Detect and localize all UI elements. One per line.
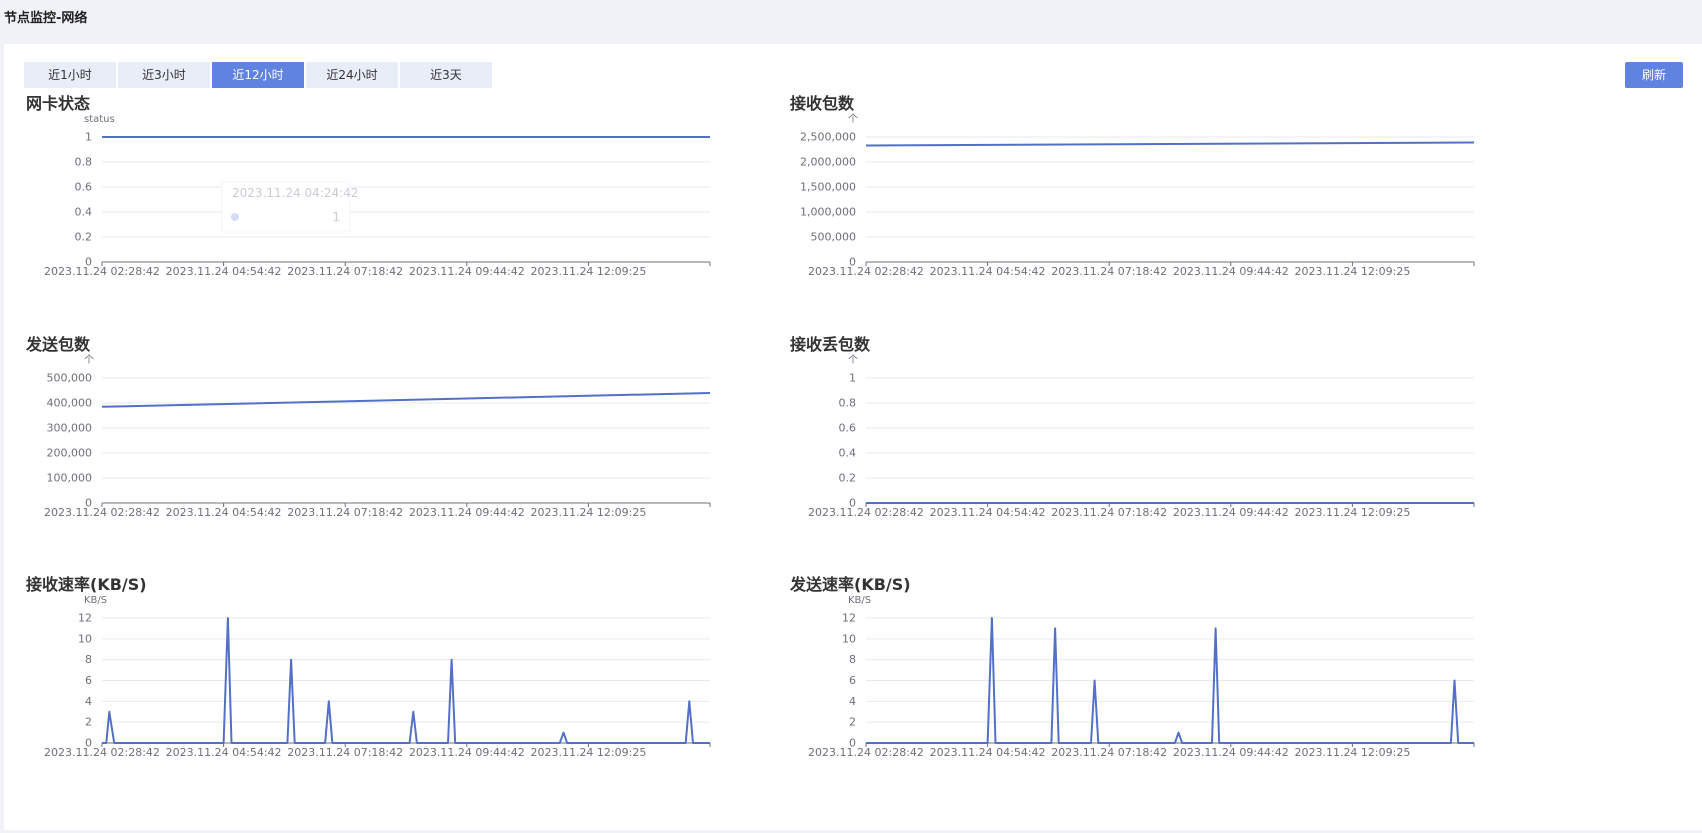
x-tick-label: 2023.11.24 04:54:42: [930, 506, 1046, 519]
tab-24h[interactable]: 近24小时: [306, 62, 398, 88]
page-title: 节点监控-网络: [4, 11, 88, 26]
x-tick-label: 2023.11.24 02:28:42: [808, 265, 924, 278]
tooltip-marker: [231, 213, 239, 221]
x-tick-label: 2023.11.24 12:09:25: [530, 506, 646, 519]
y-tick-label: 2: [85, 716, 92, 729]
tab-1h[interactable]: 近1小时: [24, 62, 116, 88]
x-tick-label: 2023.11.24 09:44:42: [1173, 265, 1289, 278]
x-tick-label: 2023.11.24 09:44:42: [409, 506, 525, 519]
x-tick-label: 2023.11.24 12:09:25: [1294, 506, 1410, 519]
chart-nic-status: 网卡状态 status 0 0.2 0.4 0.6 0.8 1 2023.11.24 02:2…: [26, 90, 846, 352]
y-tick-label: 0.8: [839, 397, 857, 410]
refresh-button[interactable]: 刷新: [1625, 62, 1683, 88]
x-tick-label: 2023.11.24 02:28:42: [44, 746, 160, 759]
series-line: [865, 141, 1475, 147]
tab-12h[interactable]: 近12小时: [212, 62, 304, 88]
y-axis-label: 个: [84, 354, 94, 366]
chart-canvas: 个0500,0001,000,0001,500,0002,000,0002,50…: [800, 113, 1475, 278]
chart-rx-rate: 接收速率(KB/S) KB/S 0 2 4 6 8 10 12 2023.11.24 02:28…: [26, 571, 846, 833]
y-tick-label: 6: [85, 674, 92, 687]
x-tick-label: 2023.11.24 02:28:42: [44, 265, 160, 278]
x-tick-label: 2023.11.24 07:18:42: [287, 265, 403, 278]
x-tick-label: 2023.11.24 09:44:42: [1173, 506, 1289, 519]
tooltip-time: 2023.11.24 04:24:42: [232, 186, 358, 200]
time-range-tabs: 近1小时 近3小时 近12小时 近24小时 近3天: [24, 62, 492, 88]
x-tick-label: 2023.11.24 09:44:42: [409, 265, 525, 278]
y-tick-label: 12: [842, 612, 856, 625]
page-header: 节点监控-网络: [0, 0, 1702, 44]
y-tick-label: 200,000: [47, 447, 93, 460]
chart-rx-packets: 接收包数 个 0 500,000 1,000,000 1,500,000 2,000,00…: [790, 90, 1610, 352]
x-tick-label: 2023.11.24 12:09:25: [1294, 265, 1410, 278]
y-tick-label: 6: [849, 674, 856, 687]
x-tick-label: 2023.11.24 07:18:42: [287, 746, 403, 759]
y-tick-label: 0.4: [839, 447, 857, 460]
y-axis-label: 个: [848, 354, 858, 366]
y-tick-label: 10: [842, 632, 856, 645]
x-tick-label: 2023.11.24 07:18:42: [1051, 746, 1167, 759]
x-tick-label: 2023.11.24 02:28:42: [44, 506, 160, 519]
y-axis-label: status: [84, 114, 115, 125]
x-tick-label: 2023.11.24 07:18:42: [1051, 265, 1167, 278]
x-tick-label: 2023.11.24 04:54:42: [166, 506, 282, 519]
tab-3h[interactable]: 近3小时: [118, 62, 210, 88]
y-tick-label: 10: [78, 632, 92, 645]
y-tick-label: 4: [85, 695, 92, 708]
y-tick-label: 500,000: [47, 372, 93, 385]
y-tick-label: 0.8: [75, 156, 93, 169]
y-tick-label: 2,000,000: [800, 156, 856, 169]
x-tick-label: 2023.11.24 04:54:42: [930, 746, 1046, 759]
y-tick-label: 8: [849, 653, 856, 666]
chart-canvas: status00.20.40.60.812023.11.24 02:28:42 2…: [44, 114, 711, 278]
chart-canvas: 个0100,000200,000300,000400,000500,000202…: [44, 354, 711, 519]
y-tick-label: 2,500,000: [800, 131, 856, 144]
x-tick-label: 2023.11.24 02:28:42: [808, 746, 924, 759]
x-tick-label: 2023.11.24 12:09:25: [1294, 746, 1410, 759]
y-tick-label: 8: [85, 653, 92, 666]
y-axis-label: KB/S: [84, 595, 107, 606]
y-tick-label: 0.4: [75, 206, 93, 219]
y-tick-label: 1: [849, 372, 856, 385]
y-tick-label: 0.6: [839, 422, 857, 435]
y-tick-label: 100,000: [47, 472, 93, 485]
tooltip-value: 1: [332, 210, 340, 224]
x-tick-label: 2023.11.24 04:54:42: [930, 265, 1046, 278]
x-tick-label: 2023.11.24 12:09:25: [530, 265, 646, 278]
y-tick-label: 0.6: [75, 181, 93, 194]
y-tick-label: 0.2: [839, 472, 857, 485]
tab-3d[interactable]: 近3天: [400, 62, 492, 88]
y-tick-label: 4: [849, 695, 856, 708]
x-tick-label: 2023.11.24 09:44:42: [1173, 746, 1289, 759]
x-tick-label: 2023.11.24 02:28:42: [808, 506, 924, 519]
x-tick-label: 2023.11.24 07:18:42: [1051, 506, 1167, 519]
x-tick-label: 2023.11.24 07:18:42: [287, 506, 403, 519]
y-tick-label: 1: [85, 131, 92, 144]
chart-canvas: 个00.20.40.60.812023.11.24 02:28:42 2023.1…: [808, 354, 1475, 519]
y-tick-label: 300,000: [47, 422, 93, 435]
x-tick-label: 2023.11.24 09:44:42: [409, 746, 525, 759]
x-tick-label: 2023.11.24 04:54:42: [166, 746, 282, 759]
chart-tooltip: 2023.11.24 04:24:42 1: [221, 181, 358, 233]
y-tick-label: 500,000: [811, 231, 857, 244]
chart-canvas: KB/S0246810122023.11.24 02:28:42 2023.11.…: [44, 595, 711, 759]
chart-tx-rate: 发送速率(KB/S) KB/S 0 2 4 6 8 10 12 2023.11.24 02:28…: [790, 571, 1610, 833]
content-panel: 近1小时 近3小时 近12小时 近24小时 近3天 刷新 网卡状态 status…: [4, 44, 1702, 830]
y-axis-label: KB/S: [848, 595, 871, 606]
y-tick-label: 400,000: [47, 397, 93, 410]
chart-rx-dropped: 接收丢包数 个 0 0.2 0.4 0.6 0.8 1 2023.11.24 02:28:42…: [790, 331, 1610, 593]
y-tick-label: 2: [849, 716, 856, 729]
x-tick-label: 2023.11.24 04:54:42: [166, 265, 282, 278]
chart-canvas: KB/S0246810122023.11.24 02:28:42 2023.11.…: [808, 595, 1475, 759]
chart-tx-packets: 发送包数 个 0 100,000 200,000 300,000 400,000 500,0…: [26, 331, 846, 593]
x-tick-label: 2023.11.24 12:09:25: [530, 746, 646, 759]
y-axis-label: 个: [848, 113, 858, 125]
y-tick-label: 0.2: [75, 231, 93, 244]
y-tick-label: 12: [78, 612, 92, 625]
y-tick-label: 1,000,000: [800, 206, 856, 219]
series-line: [101, 392, 711, 408]
y-tick-label: 1,500,000: [800, 181, 856, 194]
